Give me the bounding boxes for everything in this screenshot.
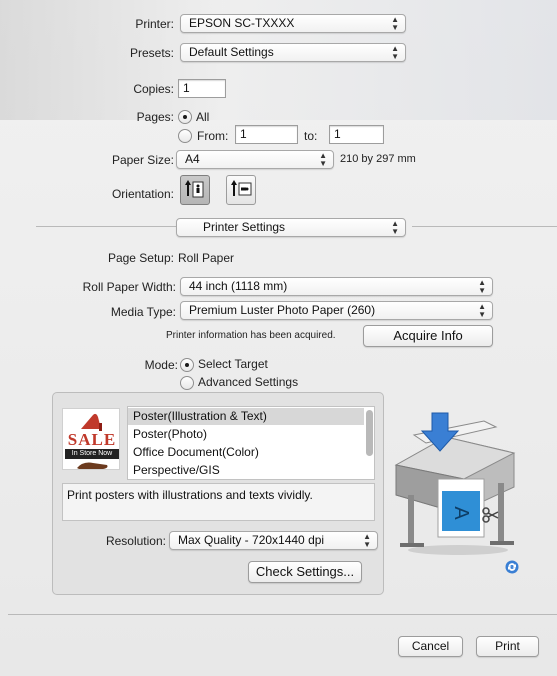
cancel-button[interactable]: Cancel	[398, 636, 463, 657]
printer-info-text: Printer information has been acquired.	[166, 330, 336, 341]
media-type-label: Media Type:	[110, 305, 176, 319]
acquire-info-button[interactable]: Acquire Info	[363, 325, 493, 347]
presets-value: Default Settings	[189, 45, 274, 59]
popup-arrows-icon: ▲ ▼	[391, 15, 399, 32]
mode-select-target-radio[interactable]	[180, 358, 194, 372]
popup-arrows-icon: ▲ ▼	[478, 278, 486, 295]
refresh-icon[interactable]	[505, 560, 519, 574]
landscape-button[interactable]	[226, 175, 256, 205]
copies-field[interactable]: 1	[178, 79, 226, 98]
presets-label: Presets:	[129, 46, 174, 60]
roll-paper-width-label: Roll Paper Width:	[82, 280, 176, 294]
paper-size-value: A4	[185, 152, 200, 166]
popup-arrows-icon: ▲ ▼	[363, 532, 371, 549]
roll-paper-width-value: 44 inch (1118 mm)	[189, 279, 288, 293]
list-item[interactable]: Poster(Illustration & Text)	[128, 408, 364, 425]
list-scrollbar[interactable]	[366, 410, 373, 456]
portrait-icon	[185, 180, 204, 198]
pages-to-label: to:	[304, 129, 318, 143]
popup-arrows-icon: ▲ ▼	[391, 44, 399, 61]
page-setup-label: Page Setup:	[107, 251, 174, 265]
mode-advanced-radio[interactable]	[180, 376, 194, 390]
paper-size-label: Paper Size:	[111, 153, 174, 167]
mode-label: Mode:	[144, 358, 178, 372]
section-popup-value: Printer Settings	[203, 220, 286, 234]
pages-all-label: All	[196, 110, 210, 124]
presets-popup[interactable]: Default Settings ▲ ▼	[180, 43, 406, 62]
resolution-value: Max Quality - 720x1440 dpi	[178, 533, 325, 547]
pages-from-label: From:	[197, 129, 229, 143]
copies-label: Copies:	[133, 82, 174, 96]
separator-left	[36, 226, 176, 227]
pages-from-field[interactable]: 1	[235, 125, 298, 144]
printer-popup[interactable]: EPSON SC-TXXXX ▲ ▼	[180, 14, 406, 33]
check-settings-button[interactable]: Check Settings...	[248, 561, 362, 583]
mode-advanced-label: Advanced Settings	[198, 375, 299, 389]
media-type-value: Premium Luster Photo Paper (260)	[189, 303, 376, 317]
sale-text: SALE	[67, 430, 117, 449]
svg-text:A: A	[450, 506, 472, 520]
sale-image: SALE In Store Now	[62, 408, 120, 470]
mode-select-target-label: Select Target	[198, 357, 268, 371]
orientation-label: Orientation:	[111, 187, 174, 201]
print-button[interactable]: Print	[476, 636, 539, 657]
shoe-icon	[77, 462, 108, 469]
pages-all-radio[interactable]	[178, 110, 192, 124]
list-item[interactable]: Perspective/GIS	[128, 462, 364, 479]
resolution-label: Resolution:	[105, 534, 166, 548]
resolution-popup[interactable]: Max Quality - 720x1440 dpi ▲ ▼	[169, 531, 378, 550]
printer-label: Printer:	[135, 17, 174, 31]
media-type-popup[interactable]: Premium Luster Photo Paper (260) ▲ ▼	[180, 301, 493, 320]
pages-from-radio[interactable]	[178, 129, 192, 143]
paper-size-dimensions: 210 by 297 mm	[340, 153, 416, 165]
pages-to-field[interactable]: 1	[329, 125, 384, 144]
target-list[interactable]: Poster(Illustration & Text) Poster(Photo…	[127, 406, 375, 480]
printer-illustration-icon: A	[394, 412, 516, 555]
list-item[interactable]: Office Document(Color)	[128, 444, 364, 461]
portrait-button[interactable]	[180, 175, 210, 205]
section-popup[interactable]: Printer Settings ▲ ▼	[176, 218, 406, 237]
target-description: Print posters with illustrations and tex…	[62, 483, 375, 521]
roll-paper-width-popup[interactable]: 44 inch (1118 mm) ▲ ▼	[180, 277, 493, 296]
landscape-icon	[231, 180, 252, 196]
separator-right	[412, 226, 557, 227]
list-item[interactable]: Poster(Photo)	[128, 426, 364, 443]
popup-arrows-icon: ▲ ▼	[319, 151, 327, 168]
in-store-tag: In Store Now	[65, 449, 119, 459]
popup-arrows-icon: ▲ ▼	[391, 219, 399, 236]
pages-label: Pages:	[136, 110, 174, 124]
printer-value: EPSON SC-TXXXX	[189, 16, 295, 30]
page-setup-value: Roll Paper	[178, 251, 235, 265]
print-dialog: Printer: EPSON SC-TXXXX ▲ ▼ Presets: Defa…	[0, 0, 557, 676]
footer-separator	[8, 614, 557, 615]
paper-size-popup[interactable]: A4 ▲ ▼	[176, 150, 334, 169]
popup-arrows-icon: ▲ ▼	[478, 302, 486, 319]
